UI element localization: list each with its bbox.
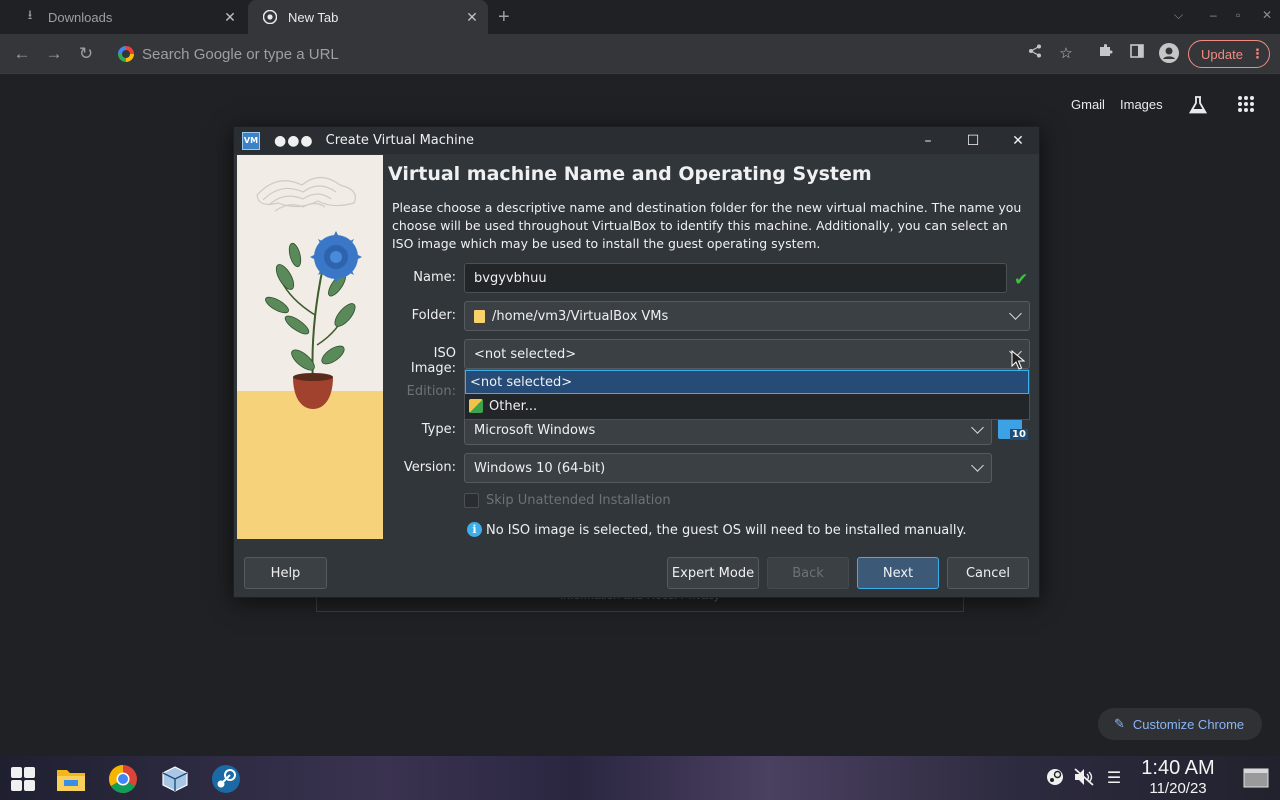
close-icon[interactable]: ✕ (462, 9, 482, 26)
labs-flask-icon[interactable] (1187, 95, 1209, 117)
folder-value: /home/vm3/VirtualBox VMs (492, 308, 669, 324)
info-message: No ISO image is selected, the guest OS w… (486, 523, 967, 538)
folder-select[interactable]: /home/vm3/VirtualBox VMs (464, 301, 1030, 331)
iso-dropdown-list: <not selected> Other... (464, 369, 1030, 420)
chrome-taskbar-icon[interactable] (108, 764, 138, 794)
version-select[interactable]: Windows 10 (64-bit) (464, 453, 992, 483)
tab-label: Downloads (48, 9, 113, 25)
chevron-down-icon (971, 459, 984, 472)
new-tab-icon[interactable]: + (498, 6, 510, 29)
next-button[interactable]: Next (857, 557, 939, 589)
google-icon (118, 46, 134, 62)
dialog-titlebar[interactable]: VM ●●● Create Virtual Machine – ☐ ✕ (234, 127, 1039, 154)
os-badge: 10 (1010, 429, 1028, 440)
info-icon: i (467, 522, 482, 537)
steam-taskbar-icon[interactable] (211, 764, 241, 794)
dialog-title: Create Virtual Machine (325, 133, 475, 148)
browser-toolbar: ← → ↻ Search Google or type a URL ☆ Upda… (0, 34, 1280, 74)
tab-new-tab[interactable]: New Tab ✕ (248, 0, 488, 34)
forward-icon[interactable]: → (42, 42, 66, 66)
share-icon[interactable] (1024, 43, 1046, 65)
folder-label: Folder: (411, 308, 456, 323)
folder-icon (474, 309, 485, 323)
skip-unattended-checkbox[interactable] (464, 493, 479, 508)
start-menu-icon[interactable] (8, 764, 38, 794)
reload-icon[interactable]: ↻ (74, 42, 98, 66)
close-icon[interactable]: ✕ (1007, 130, 1029, 152)
apps-grid-icon[interactable] (1235, 95, 1257, 117)
profile-avatar-icon[interactable] (1158, 43, 1180, 65)
expert-mode-button[interactable]: Expert Mode (667, 557, 759, 589)
iso-label: ISO Image: (410, 346, 456, 376)
type-value: Microsoft Windows (474, 422, 596, 438)
page-title: Virtual machine Name and Operating Syste… (388, 163, 872, 185)
restore-icon[interactable]: ▫ (1236, 8, 1240, 22)
page-description: Please choose a descriptive name and des… (392, 200, 1022, 251)
tab-strip: ⭳ Downloads ✕ New Tab ✕ + ⌵ – ▫ ✕ (0, 0, 1280, 34)
tab-downloads[interactable]: ⭳ Downloads ✕ (8, 0, 246, 34)
images-link[interactable]: Images (1120, 97, 1163, 112)
address-placeholder: Search Google or type a URL (142, 45, 339, 63)
skip-unattended-label: Skip Unattended Installation (486, 493, 671, 508)
name-label: Name: (413, 270, 456, 285)
close-icon[interactable]: ✕ (220, 9, 240, 26)
iso-option-not-selected[interactable]: <not selected> (465, 370, 1029, 394)
close-window-icon[interactable]: ✕ (1262, 8, 1272, 22)
file-manager-icon[interactable] (56, 764, 86, 794)
taskbar: ☰ (0, 756, 1280, 800)
other-file-icon (469, 399, 483, 413)
check-icon: ✔ (1014, 270, 1029, 290)
wizard-illustration (237, 155, 383, 539)
iso-option-other[interactable]: Other... (465, 394, 1029, 418)
create-vm-dialog: VM ●●● Create Virtual Machine – ☐ ✕ Virt… (233, 126, 1040, 598)
type-label: Type: (421, 422, 456, 437)
bookmark-star-icon[interactable]: ☆ (1055, 43, 1077, 65)
chevron-down-icon (971, 421, 984, 434)
customize-chrome-button[interactable]: ✎ Customize Chrome (1098, 708, 1262, 740)
name-value: bvgyvbhuu (474, 270, 547, 286)
version-label: Version: (403, 460, 456, 475)
iso-value: <not selected> (474, 346, 577, 362)
steam-tray-icon[interactable] (1044, 768, 1066, 791)
chevron-down-icon (1009, 307, 1022, 320)
side-panel-icon[interactable] (1126, 43, 1148, 65)
window-menu-icon[interactable]: ●●● (274, 133, 314, 149)
virtualbox-icon: VM (242, 131, 260, 150)
edition-label: Edition: (406, 384, 456, 399)
help-button[interactable]: Help (244, 557, 327, 589)
more-vert-icon[interactable]: ⋮ (1251, 46, 1264, 62)
address-bar[interactable]: Search Google or type a URL (110, 38, 1040, 70)
update-button[interactable]: Update ⋮ (1188, 40, 1270, 68)
minimize-icon[interactable]: – (917, 130, 939, 152)
version-value: Windows 10 (64-bit) (474, 460, 606, 476)
mouse-cursor-icon (1011, 350, 1025, 370)
option-label: <not selected> (470, 374, 573, 390)
customize-label: Customize Chrome (1132, 716, 1245, 732)
cancel-button[interactable]: Cancel (947, 557, 1029, 589)
minimize-icon[interactable]: – (1210, 8, 1217, 22)
iso-image-select[interactable]: <not selected> (464, 339, 1030, 369)
clock-time[interactable]: 1:40 AM (1138, 757, 1218, 780)
extensions-icon[interactable] (1094, 43, 1116, 65)
volume-muted-icon[interactable] (1073, 768, 1095, 791)
maximize-icon[interactable]: ☐ (962, 130, 984, 152)
show-desktop-icon[interactable] (1242, 768, 1270, 793)
gmail-link[interactable]: Gmail (1071, 97, 1105, 112)
pencil-icon: ✎ (1114, 716, 1125, 731)
update-label: Update (1201, 46, 1243, 62)
clock-date[interactable]: 11/20/23 (1138, 780, 1218, 797)
windows-os-icon: 10 (998, 417, 1030, 445)
task-list-icon[interactable]: ☰ (1103, 768, 1125, 788)
back-button[interactable]: Back (767, 557, 849, 589)
name-input[interactable]: bvgyvbhuu (464, 263, 1007, 293)
tab-label: New Tab (288, 9, 339, 25)
virtualbox-taskbar-icon[interactable] (160, 764, 190, 794)
chevron-down-icon[interactable]: ⌵ (1174, 8, 1183, 23)
download-icon: ⭳ (27, 7, 33, 22)
option-label: Other... (489, 398, 538, 414)
chrome-icon (262, 9, 278, 25)
back-icon[interactable]: ← (10, 42, 34, 66)
